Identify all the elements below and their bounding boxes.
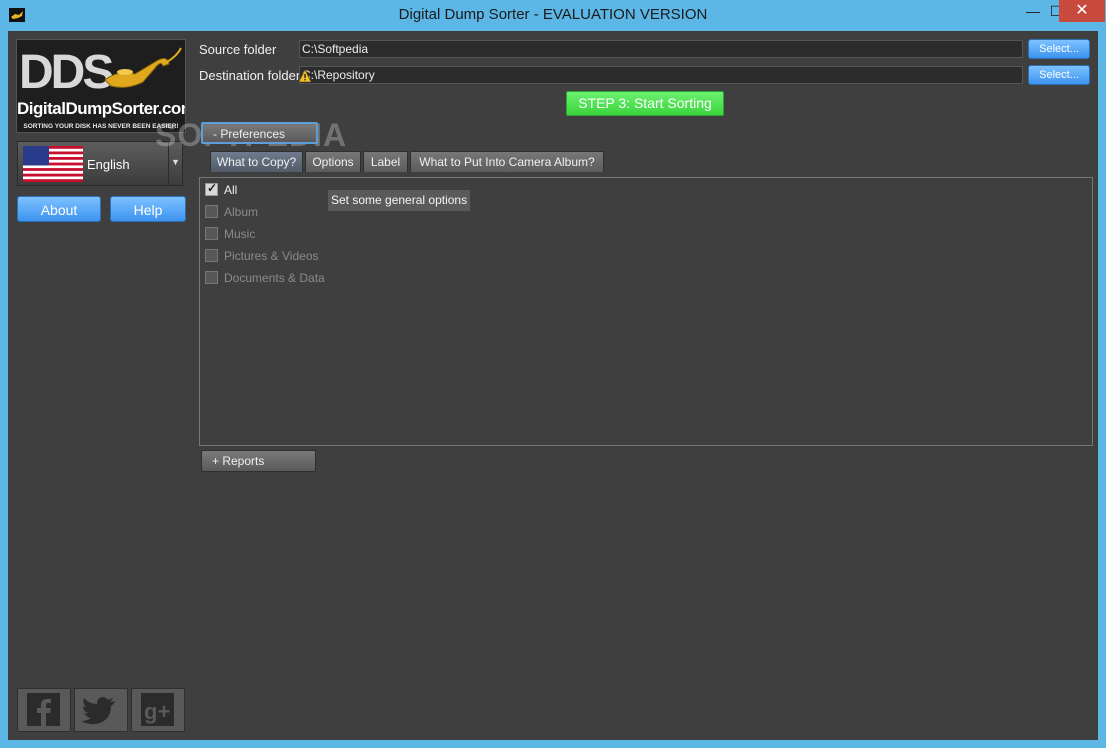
tab-options[interactable]: Options [305, 151, 361, 172]
source-select-button[interactable]: Select... [1028, 39, 1090, 59]
tab-label[interactable]: Label [363, 151, 408, 172]
source-folder-label: Source folder [199, 42, 277, 57]
twitter-button[interactable] [74, 688, 128, 732]
svg-text:g+: g+ [144, 699, 170, 724]
checkmark-icon: ✓ [207, 181, 218, 195]
svg-text:DDS: DDS [19, 46, 113, 99]
about-button[interactable]: About [17, 196, 101, 222]
preferences-toggle[interactable]: - Preferences [201, 122, 318, 144]
checkbox-label: All [224, 183, 238, 197]
destination-select-button[interactable]: Select... [1028, 65, 1090, 85]
language-label: English [87, 157, 130, 172]
source-folder-input[interactable]: C:\Softpedia [299, 40, 1023, 58]
checkbox-box[interactable] [205, 205, 218, 218]
logo-site-text: DigitalDumpSorter.com [17, 99, 186, 118]
checkbox-label: Music [224, 227, 256, 241]
window-title: Digital Dump Sorter - EVALUATION VERSION [398, 6, 708, 23]
close-button[interactable]: ✕ [1059, 0, 1105, 22]
facebook-icon [27, 693, 60, 726]
google-plus-button[interactable]: g+ [131, 688, 185, 732]
facebook-button[interactable] [17, 688, 71, 732]
start-sorting-button[interactable]: STEP 3: Start Sorting [566, 91, 724, 116]
checkbox-label: Pictures & Videos [224, 249, 319, 263]
checkbox-box[interactable] [205, 227, 218, 240]
help-button[interactable]: Help [110, 196, 186, 222]
checkbox-label: Album [224, 205, 259, 219]
checkbox-box[interactable]: ✓ [205, 181, 218, 196]
checkbox-label: Documents & Data [224, 271, 325, 285]
twitter-icon [81, 697, 115, 725]
title-bar: Digital Dump Sorter - EVALUATION VERSION… [0, 0, 1106, 31]
lamp-logo-icon: DDS [19, 46, 182, 99]
warning-icon [299, 70, 311, 82]
destination-folder-label: Destination folder [199, 68, 301, 83]
checkbox-box[interactable] [205, 271, 218, 284]
checkbox-box[interactable] [205, 249, 218, 262]
tab-camera-album[interactable]: What to Put Into Camera Album? [410, 151, 604, 172]
google-plus-icon: g+ [141, 693, 174, 726]
destination-folder-value: C:\Repository [302, 68, 375, 82]
destination-folder-input[interactable]: C:\Repository [299, 66, 1023, 84]
tab-what-to-copy[interactable]: What to Copy? [210, 151, 303, 172]
main-window: DDS DigitalDumpSorter.com SORTING YOUR D… [8, 31, 1098, 740]
us-flag-icon [23, 146, 83, 182]
reports-toggle[interactable]: + Reports [201, 450, 316, 472]
what-to-copy-panel: ✓ All Album Music Pictures & Videos Docu… [199, 177, 1093, 446]
options-tooltip: Set some general options [328, 190, 471, 211]
